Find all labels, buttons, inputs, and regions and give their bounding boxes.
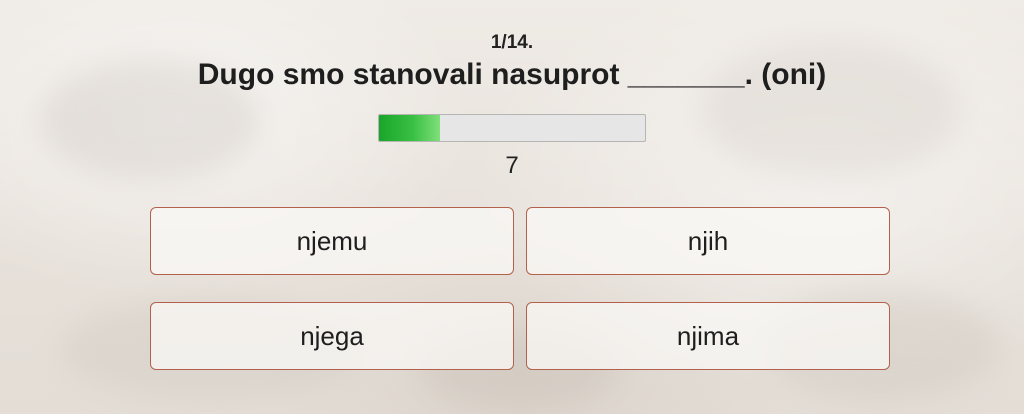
answer-options: njemu njih njega njima: [150, 207, 890, 370]
timer-progress-fill: [379, 115, 441, 141]
quiz-panel: 1/14. Dugo smo stanovali nasuprot ______…: [0, 0, 1024, 414]
answer-button-4[interactable]: njima: [526, 302, 890, 370]
answer-button-1[interactable]: njemu: [150, 207, 514, 275]
timer-progress-bar: [378, 114, 646, 142]
answer-button-2[interactable]: njih: [526, 207, 890, 275]
question-text: Dugo smo stanovali nasuprot _______. (on…: [197, 58, 827, 91]
answer-button-3[interactable]: njega: [150, 302, 514, 370]
question-counter: 1/14.: [490, 32, 534, 53]
timer-seconds: 7: [505, 152, 519, 179]
